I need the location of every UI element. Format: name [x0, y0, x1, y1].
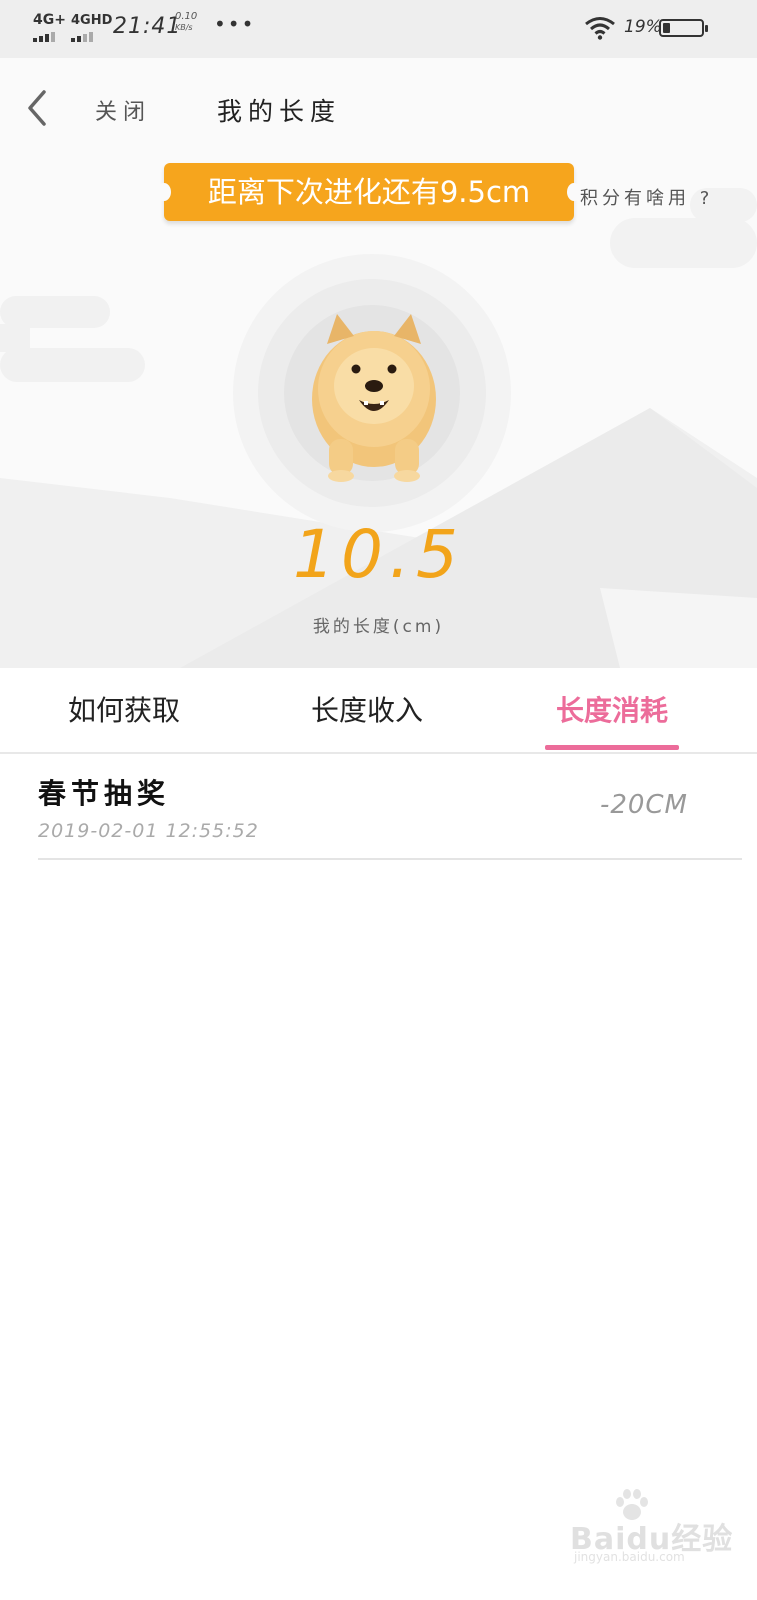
battery-fill [663, 23, 670, 33]
points-help-link[interactable]: 积分有啥用 ? [580, 184, 713, 210]
evolution-progress-text: 距离下次进化还有9.5cm [207, 175, 531, 209]
list-item[interactable]: 春节抽奖 2019-02-01 12:55:52 -20CM [38, 754, 742, 860]
signal-bars-icon [71, 32, 97, 42]
network-speed-unit: KB/s [175, 23, 193, 32]
record-title: 春节抽奖 [38, 777, 171, 810]
network-speed-value: 0.10 [175, 11, 198, 22]
status-bar: 4G+ 4GHD 21:41 0.10 KB/s ••• 19% [0, 0, 757, 58]
battery-icon [659, 19, 708, 37]
signal-4g-hd: 4GHD [71, 12, 113, 42]
more-notifications-icon: ••• [214, 12, 256, 36]
clock: 21:41 [113, 14, 182, 39]
close-button[interactable]: 关闭 [95, 94, 151, 126]
signal-bars-icon [33, 32, 59, 42]
watermark-url: jingyan.baidu.com [574, 1550, 685, 1564]
tab-bar: 如何获取 长度收入 长度消耗 [0, 668, 757, 754]
record-timestamp: 2019-02-01 12:55:52 [38, 820, 259, 842]
battery-percent: 19% [624, 17, 662, 37]
record-amount: -20CM [599, 790, 688, 820]
tab-how-to-get[interactable]: 如何获取 [40, 668, 208, 752]
pet-dog-image[interactable] [299, 304, 449, 484]
network-speed: 0.10 KB/s [175, 11, 197, 33]
tab-length-income[interactable]: 长度收入 [283, 668, 451, 752]
signal-label-2: 4GHD [71, 13, 113, 28]
wifi-icon [585, 17, 615, 40]
length-caption: 我的长度(cm) [312, 617, 445, 637]
tab-length-consumption[interactable]: 长度消耗 [528, 668, 696, 752]
signal-label-1: 4G+ [33, 12, 66, 28]
page-title: 我的长度 [217, 97, 342, 126]
hero-section: 关闭 我的长度 距离下次进化还有9.5cm 积分有啥用 ? 10.5 我的长度(… [0, 58, 757, 668]
signal-4g-plus: 4G+ [33, 12, 66, 42]
back-arrow-icon[interactable] [22, 88, 52, 128]
evolution-progress-banner: 距离下次进化还有9.5cm [157, 163, 581, 221]
active-tab-indicator [545, 745, 679, 750]
length-value: 10.5 [293, 516, 464, 593]
baidu-watermark: Baidu经验 jingyan.baidu.com [570, 1488, 740, 1568]
